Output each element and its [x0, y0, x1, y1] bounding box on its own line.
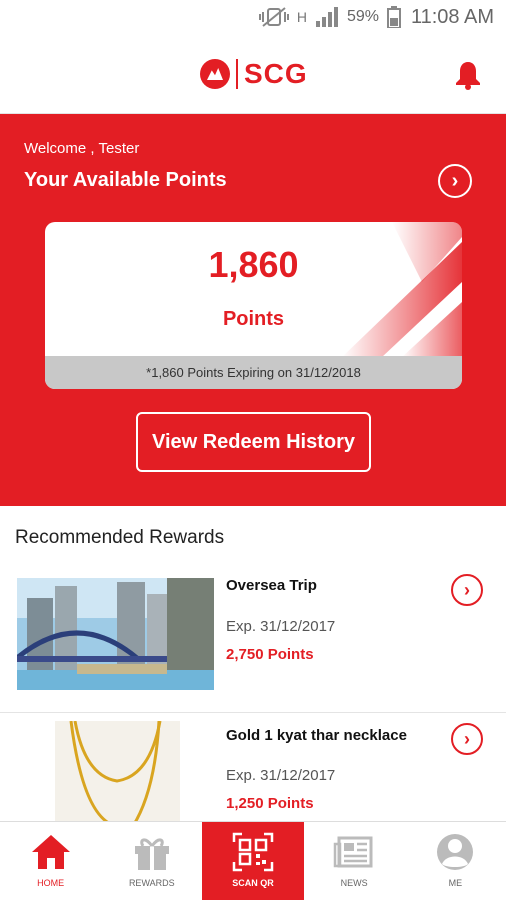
- reward-detail-button[interactable]: ›: [451, 723, 483, 755]
- signal-icon: [315, 7, 339, 27]
- reward-expiry: Exp. 31/12/2017: [226, 618, 336, 635]
- reward-detail-button[interactable]: ›: [451, 574, 483, 606]
- nav-label: HOME: [37, 878, 65, 888]
- chevron-right-icon: ›: [464, 728, 470, 749]
- points-unit-label: Points: [222, 308, 285, 330]
- nav-me[interactable]: ME: [405, 822, 506, 900]
- reward-points: 1,250 Points: [226, 795, 314, 812]
- reward-image-oversea-trip: [17, 578, 214, 690]
- welcome-text: Welcome , Tester: [24, 140, 140, 157]
- nav-home[interactable]: HOME: [0, 822, 101, 900]
- reward-item[interactable]: Oversea Trip Exp. 31/12/2017 2,750 Point…: [0, 572, 506, 712]
- reward-expiry: Exp. 31/12/2017: [226, 767, 336, 784]
- status-bar: H 59% 11:08 AM: [0, 0, 506, 34]
- decorative-pattern: [342, 222, 462, 357]
- gift-icon: [134, 838, 169, 870]
- bottom-navigation: HOME REWARDS SCAN QR NEWS ME: [0, 821, 506, 900]
- network-type-icon: H: [296, 9, 307, 25]
- available-points-title: Your Available Points: [24, 169, 227, 191]
- scg-emblem-icon: [200, 59, 230, 89]
- points-detail-button[interactable]: ›: [438, 164, 472, 198]
- nav-label: ME: [448, 878, 463, 888]
- clock: 11:08 AM: [410, 5, 494, 28]
- points-value: 1,860: [208, 244, 299, 285]
- battery-icon: [386, 6, 401, 28]
- reward-points: 2,750 Points: [226, 646, 314, 663]
- vibrate-icon: [258, 6, 289, 28]
- points-hero: Welcome , Tester Your Available Points ›…: [0, 114, 506, 506]
- nav-rewards[interactable]: REWARDS: [101, 822, 202, 900]
- nav-news[interactable]: NEWS: [304, 822, 405, 900]
- points-expiry-note: *1,860 Points Expiring on 31/12/2018: [45, 356, 462, 389]
- chevron-right-icon: ›: [451, 169, 459, 192]
- recommended-rewards-title: Recommended Rewards: [15, 527, 225, 548]
- reward-title: Gold 1 kyat thar necklace: [226, 727, 407, 744]
- nav-label: REWARDS: [128, 878, 175, 888]
- view-redeem-history-button[interactable]: View Redeem History: [136, 412, 371, 472]
- app-header: SCG: [0, 34, 506, 114]
- points-card: 1,860 Points *1,860 Points Expiring on 3…: [45, 222, 462, 389]
- user-icon: [437, 834, 474, 870]
- nav-label: NEWS: [340, 878, 368, 888]
- newspaper-icon: [333, 836, 373, 868]
- nav-scan-qr[interactable]: SCAN QR: [202, 822, 304, 900]
- home-icon: [31, 835, 70, 869]
- nav-label: SCAN QR: [232, 878, 274, 888]
- reward-title: Oversea Trip: [226, 577, 317, 594]
- battery-percent: 59%: [346, 8, 379, 25]
- notification-bell-icon[interactable]: [454, 60, 482, 90]
- brand-name: SCG: [244, 58, 308, 89]
- chevron-right-icon: ›: [464, 579, 470, 600]
- scg-logo: SCG: [200, 54, 308, 94]
- reward-image-gold-necklace: [55, 721, 180, 826]
- qr-code-icon: [232, 832, 274, 872]
